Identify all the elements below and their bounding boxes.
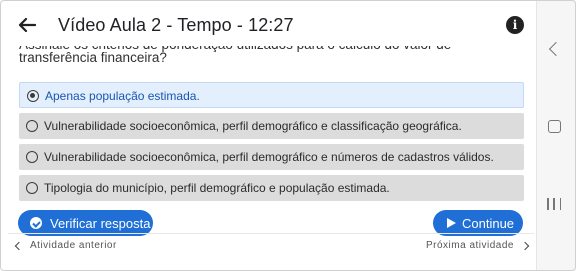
answer-option-label: Vulnerabilidade socioeconômica, perfil d…: [44, 119, 462, 133]
previous-activity-link[interactable]: Atividade anterior: [14, 240, 117, 251]
radio-selected-icon: [27, 90, 39, 102]
answer-option-3[interactable]: Vulnerabilidade socioeconômica, perfil d…: [19, 144, 524, 170]
next-activity-label: Próxima atividade: [426, 240, 514, 251]
system-back-icon[interactable]: [548, 41, 564, 57]
footer-divider: [8, 233, 534, 234]
system-navigation-bar: [536, 0, 576, 271]
answer-option-2[interactable]: Vulnerabilidade socioeconômica, perfil d…: [19, 113, 524, 139]
answer-option-label: Apenas população estimada.: [45, 89, 200, 103]
continue-label: Continue: [462, 216, 515, 231]
app-header: Vídeo Aula 2 - Tempo - 12:27 i: [8, 4, 534, 46]
info-button[interactable]: i: [506, 16, 524, 34]
quiz-app: Vídeo Aula 2 - Tempo - 12:27 i Assinale …: [8, 4, 534, 266]
answer-options: Apenas população estimada. Vulnerabilida…: [19, 82, 524, 206]
answer-option-4[interactable]: Tipologia do município, perfil demográfi…: [19, 175, 524, 201]
page-title: Vídeo Aula 2 - Tempo - 12:27: [58, 15, 294, 35]
previous-activity-label: Atividade anterior: [30, 240, 117, 251]
system-home-icon[interactable]: [548, 120, 561, 133]
arrow-left-icon: [18, 17, 36, 33]
play-icon: [447, 218, 456, 228]
radio-icon: [26, 151, 38, 163]
verify-answer-label: Verificar resposta: [50, 216, 151, 231]
screen: Vídeo Aula 2 - Tempo - 12:27 i Assinale …: [0, 0, 576, 271]
next-activity-link[interactable]: Próxima atividade: [426, 240, 530, 251]
system-recents-icon[interactable]: [547, 198, 561, 210]
radio-icon: [26, 182, 38, 194]
answer-option-label: Vulnerabilidade socioeconômica, perfil d…: [44, 150, 494, 164]
check-circle-icon: [30, 217, 42, 229]
radio-icon: [26, 120, 38, 132]
chevron-right-icon: [520, 241, 530, 250]
info-icon: i: [512, 18, 518, 32]
chevron-left-icon: [14, 241, 24, 250]
back-button[interactable]: [14, 12, 40, 38]
answer-option-label: Tipologia do município, perfil demográfi…: [44, 181, 390, 195]
answer-option-1[interactable]: Apenas população estimada.: [19, 82, 524, 108]
